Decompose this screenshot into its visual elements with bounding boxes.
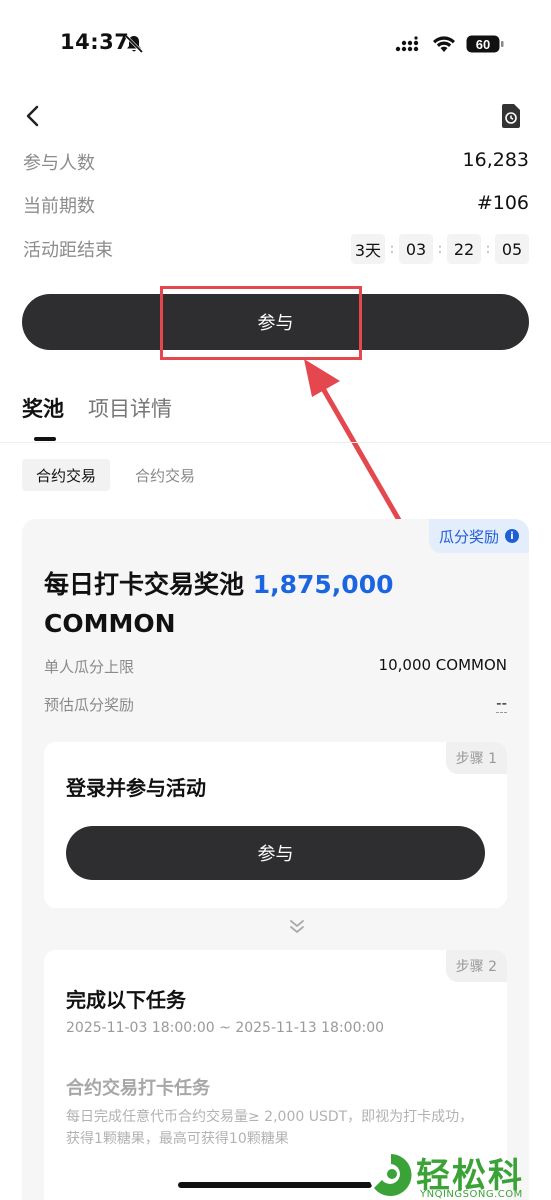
history-record-icon[interactable] [500,103,522,129]
split-reward-label: 瓜分奖励 [438,527,499,546]
double-chevron-down-icon [290,920,304,934]
task-description: 每日完成任意代币合约交易量≥ 2,000 USDT，即视为打卡成功，获得1颗糖果… [66,1109,474,1147]
home-indicator [178,1182,372,1188]
participants-label: 参与人数 [23,153,95,174]
status-bar: 14:37 60 [0,0,551,90]
period-label: 当前期数 [23,196,95,217]
wifi-icon [433,36,455,52]
pool-title: 每日打卡交易奖池 1,875,000 COMMON [44,565,484,643]
step-1-card: 步骤 1 登录并参与活动 参与 [44,742,507,908]
pool-currency: COMMON [44,609,176,638]
participants-row: 参与人数 16,283 [23,149,529,177]
period-row: 当前期数 #106 [23,192,529,220]
back-chevron-icon[interactable] [22,104,44,128]
cap-label: 单人瓜分上限 [44,658,135,676]
cellular-signal-icon [395,36,419,52]
cap-row: 单人瓜分上限 10,000 COMMON [44,656,507,680]
split-reward-badge[interactable]: 瓜分奖励 i [428,519,529,553]
pool-amount: 1,875,000 [252,570,394,599]
battery-icon: 60 [466,35,504,53]
step-2-title: 完成以下任务 [66,988,186,1012]
tab-bar: 奖池 项目详情 [22,393,529,443]
subtab-contract-trading-2[interactable]: 合约交易 [121,459,209,491]
status-time: 14:37 [60,30,130,54]
countdown-separator: : [389,241,395,257]
estimate-row: 预估瓜分奖励 -- [44,694,507,718]
bell-muted-icon [124,34,144,54]
pool-title-text: 每日打卡交易奖池 [44,570,245,599]
countdown-minutes: 22 [447,234,481,264]
active-tab-indicator [34,437,56,441]
prize-pool-card: 瓜分奖励 i 每日打卡交易奖池 1,875,000 COMMON 单人瓜分上限 … [22,519,529,1200]
participants-value: 16,283 [462,149,529,171]
tab-divider [0,442,551,443]
cap-value: 10,000 COMMON [378,656,507,674]
watermark-subtext: YNQINGSONG.COM [420,1189,523,1200]
info-icon[interactable]: i [505,529,519,543]
annotation-highlight-box [160,286,362,360]
countdown-separator: : [485,241,491,257]
step-1-title: 登录并参与活动 [66,776,206,800]
subtab-contract-trading[interactable]: 合约交易 [22,459,111,491]
step-2-tag: 步骤 2 [445,950,507,982]
countdown-row: 活动距结束 3天 : 03 : 22 : 05 [23,234,529,264]
period-value: #106 [476,192,529,214]
step-1-join-button[interactable]: 参与 [66,826,485,880]
tab-prize-pool[interactable]: 奖池 [22,393,64,423]
step-1-tag: 步骤 1 [445,742,507,774]
countdown-timer: 3天 : 03 : 22 : 05 [350,234,529,264]
countdown-label: 活动距结束 [23,240,113,261]
countdown-days: 3天 [350,234,385,264]
tab-project-details[interactable]: 项目详情 [88,393,172,423]
watermark: 轻松科技 YNQINGSONG.COM [364,1148,551,1200]
countdown-separator: : [437,241,443,257]
countdown-seconds: 05 [495,234,529,264]
estimate-label: 预估瓜分奖励 [44,696,135,714]
task-title: 合约交易打卡任务 [66,1078,210,1099]
estimate-value: -- [496,694,507,713]
task-date-range: 2025-11-03 18:00:00 ~ 2025-11-13 18:00:0… [66,1020,385,1036]
countdown-hours: 03 [399,234,433,264]
battery-level: 60 [476,37,490,52]
watermark-logo-icon [369,1153,413,1197]
